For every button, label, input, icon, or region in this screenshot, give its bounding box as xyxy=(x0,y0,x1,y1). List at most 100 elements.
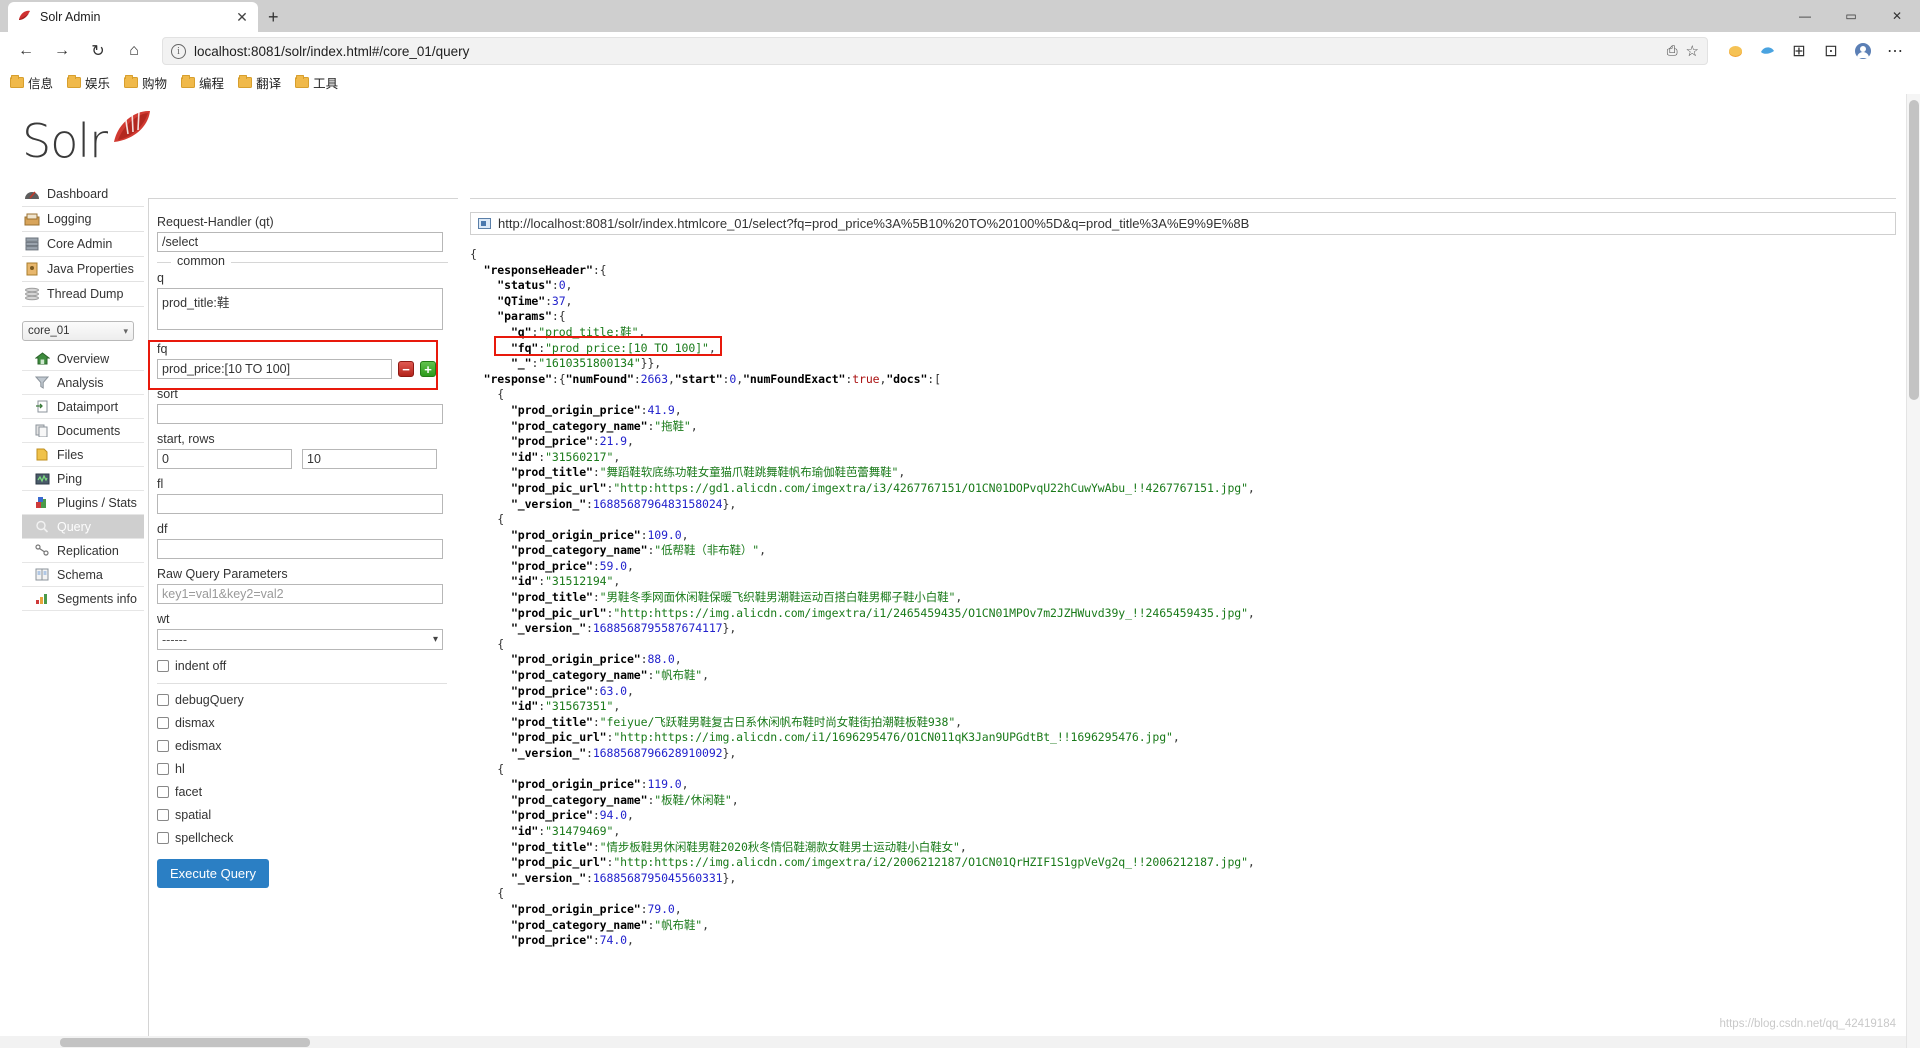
sidebar-item-schema[interactable]: Schema xyxy=(22,563,144,587)
doc2-pic-url: http:https://img.alicdn.com/i1/169629547… xyxy=(620,730,1167,745)
core-selector-dropdown[interactable]: core_01 ▾ xyxy=(22,321,134,341)
vertical-scrollbar[interactable] xyxy=(1906,94,1920,1048)
doc0-version: 1688568796483158024 xyxy=(592,496,723,511)
sidebar-item-label: Overview xyxy=(57,351,110,366)
logging-icon xyxy=(24,211,40,227)
bookmark-item[interactable]: 工具 xyxy=(295,73,338,92)
json-param-q: prod_title:鞋 xyxy=(545,324,632,339)
sidebar-item-ping[interactable]: Ping xyxy=(22,467,144,491)
bookmark-item[interactable]: 编程 xyxy=(181,73,224,92)
hl-row[interactable]: hl xyxy=(157,762,448,776)
edismax-row[interactable]: edismax xyxy=(157,739,448,753)
back-icon[interactable]: ← xyxy=(10,35,42,67)
edismax-checkbox[interactable] xyxy=(157,740,169,752)
spatial-row[interactable]: spatial xyxy=(157,808,448,822)
sidebar-item-label: Schema xyxy=(57,567,103,582)
profile-avatar[interactable] xyxy=(1848,35,1878,67)
json-numfoundexact: true xyxy=(852,371,880,386)
doc2-id: 31567351 xyxy=(551,699,607,714)
fq-input[interactable]: prod_price:[10 TO 100] xyxy=(157,359,392,379)
doc3-pic-url: http:https://img.alicdn.com/imgextra/i2/… xyxy=(620,855,1242,870)
indent-off-row[interactable]: indent off xyxy=(157,659,448,673)
sidebar-item-replication[interactable]: Replication xyxy=(22,539,144,563)
sidebar-item-segments-info[interactable]: Segments info xyxy=(22,587,144,611)
favorite-star-icon[interactable]: ☆ xyxy=(1686,42,1699,60)
indent-off-checkbox[interactable] xyxy=(157,660,169,672)
fq-remove-button[interactable]: − xyxy=(398,361,414,377)
hl-checkbox[interactable] xyxy=(157,763,169,775)
horizontal-scrollbar[interactable] xyxy=(0,1036,1906,1048)
spatial-label: spatial xyxy=(175,808,212,822)
sidebar-item-files[interactable]: Files xyxy=(22,443,144,467)
minimize-button[interactable]: — xyxy=(1782,0,1828,32)
sidebar-item-label: Files xyxy=(57,447,84,462)
raw-query-parameters-input[interactable]: key1=val1&key2=val2 xyxy=(157,584,443,604)
doc4-origin-price: 79.0 xyxy=(647,901,675,916)
q-input[interactable]: prod_title:鞋 xyxy=(157,288,443,330)
doc2-category: 帆布鞋 xyxy=(661,668,696,683)
start-input[interactable]: 0 xyxy=(157,449,292,469)
sidebar-item-query[interactable]: Query xyxy=(22,515,144,539)
spellcheck-row[interactable]: spellcheck xyxy=(157,831,448,845)
horizontal-scrollbar-thumb[interactable] xyxy=(60,1038,310,1047)
watermark-text: https://blog.csdn.net/qq_42419184 xyxy=(1719,1018,1896,1030)
window-close-button[interactable]: ✕ xyxy=(1874,0,1920,32)
downloads-icon[interactable]: ⊞ xyxy=(1784,35,1814,67)
dismax-row[interactable]: dismax xyxy=(157,716,448,730)
sidebar-item-core-admin[interactable]: Core Admin xyxy=(22,232,144,257)
bookmark-item[interactable]: 购物 xyxy=(124,73,167,92)
spellcheck-checkbox[interactable] xyxy=(157,832,169,844)
read-aloud-icon[interactable]: ⎙ xyxy=(1667,43,1678,59)
forward-icon[interactable]: → xyxy=(46,35,78,67)
edismax-label: edismax xyxy=(175,739,222,753)
home-icon[interactable]: ⌂ xyxy=(118,35,150,67)
debugquery-row[interactable]: debugQuery xyxy=(157,693,448,707)
facet-checkbox[interactable] xyxy=(157,786,169,798)
bookmark-item[interactable]: 娱乐 xyxy=(67,73,110,92)
extension-icon-1[interactable] xyxy=(1720,35,1750,67)
sidebar-item-label: Analysis xyxy=(57,375,104,390)
close-icon[interactable]: ✕ xyxy=(234,9,250,26)
maximize-button[interactable]: ▭ xyxy=(1828,0,1874,32)
wt-select[interactable]: ------ ▾ xyxy=(157,629,443,650)
reload-icon[interactable]: ↻ xyxy=(82,35,114,67)
sidebar-item-thread-dump[interactable]: Thread Dump xyxy=(22,282,144,307)
extension-icon-2[interactable] xyxy=(1752,35,1782,67)
sidebar-item-dashboard[interactable]: Dashboard xyxy=(22,182,144,207)
sort-input[interactable] xyxy=(157,404,443,424)
bookmark-item[interactable]: 翻译 xyxy=(238,73,281,92)
vertical-scrollbar-thumb[interactable] xyxy=(1909,100,1919,400)
doc1-category: 低帮鞋（非布鞋） xyxy=(661,543,753,558)
settings-more-icon[interactable]: ⋯ xyxy=(1880,35,1910,67)
sidebar-item-analysis[interactable]: Analysis xyxy=(22,371,144,395)
df-input[interactable] xyxy=(157,539,443,559)
sidebar-item-dataimport[interactable]: Dataimport xyxy=(22,395,144,419)
sidebar-item-overview[interactable]: Overview xyxy=(22,347,144,371)
result-url-bar[interactable]: http://localhost:8081/solr/index.htmlcor… xyxy=(470,212,1896,235)
new-tab-button[interactable]: + xyxy=(268,8,279,26)
sidebar-item-label: Logging xyxy=(47,212,92,226)
bookmark-item[interactable]: 信息 xyxy=(10,73,53,92)
debugquery-checkbox[interactable] xyxy=(157,694,169,706)
dismax-checkbox[interactable] xyxy=(157,717,169,729)
magnifier-icon xyxy=(34,519,50,535)
browser-tab-solr-admin[interactable]: Solr Admin ✕ xyxy=(8,2,258,32)
favorites-hub-icon[interactable]: ⊡ xyxy=(1816,35,1846,67)
sidebar-item-java-properties[interactable]: Java Properties xyxy=(22,257,144,282)
sidebar-item-documents[interactable]: Documents xyxy=(22,419,144,443)
window-controls: — ▭ ✕ xyxy=(1782,0,1920,32)
request-handler-input[interactable]: /select xyxy=(157,232,443,252)
facet-row[interactable]: facet xyxy=(157,785,448,799)
rows-input[interactable]: 10 xyxy=(302,449,437,469)
sidebar-item-label: Thread Dump xyxy=(47,287,124,301)
solr-logo[interactable]: Solr xyxy=(22,104,150,176)
address-bar[interactable]: i localhost:8081/solr/index.html#/core_0… xyxy=(162,37,1708,65)
sidebar-item-plugins-stats[interactable]: Plugins / Stats xyxy=(22,491,144,515)
solr-sidebar: Solr Dashboard Logging Core Admin Java P… xyxy=(22,104,150,611)
sidebar-item-logging[interactable]: Logging xyxy=(22,207,144,232)
spatial-checkbox[interactable] xyxy=(157,809,169,821)
doc1-title: 男鞋冬季网面休闲鞋保暖飞织鞋男潮鞋运动百搭白鞋男椰子鞋小白鞋 xyxy=(606,590,949,605)
fl-input[interactable] xyxy=(157,494,443,514)
fq-add-button[interactable]: + xyxy=(420,361,436,377)
execute-query-button[interactable]: Execute Query xyxy=(157,859,269,888)
